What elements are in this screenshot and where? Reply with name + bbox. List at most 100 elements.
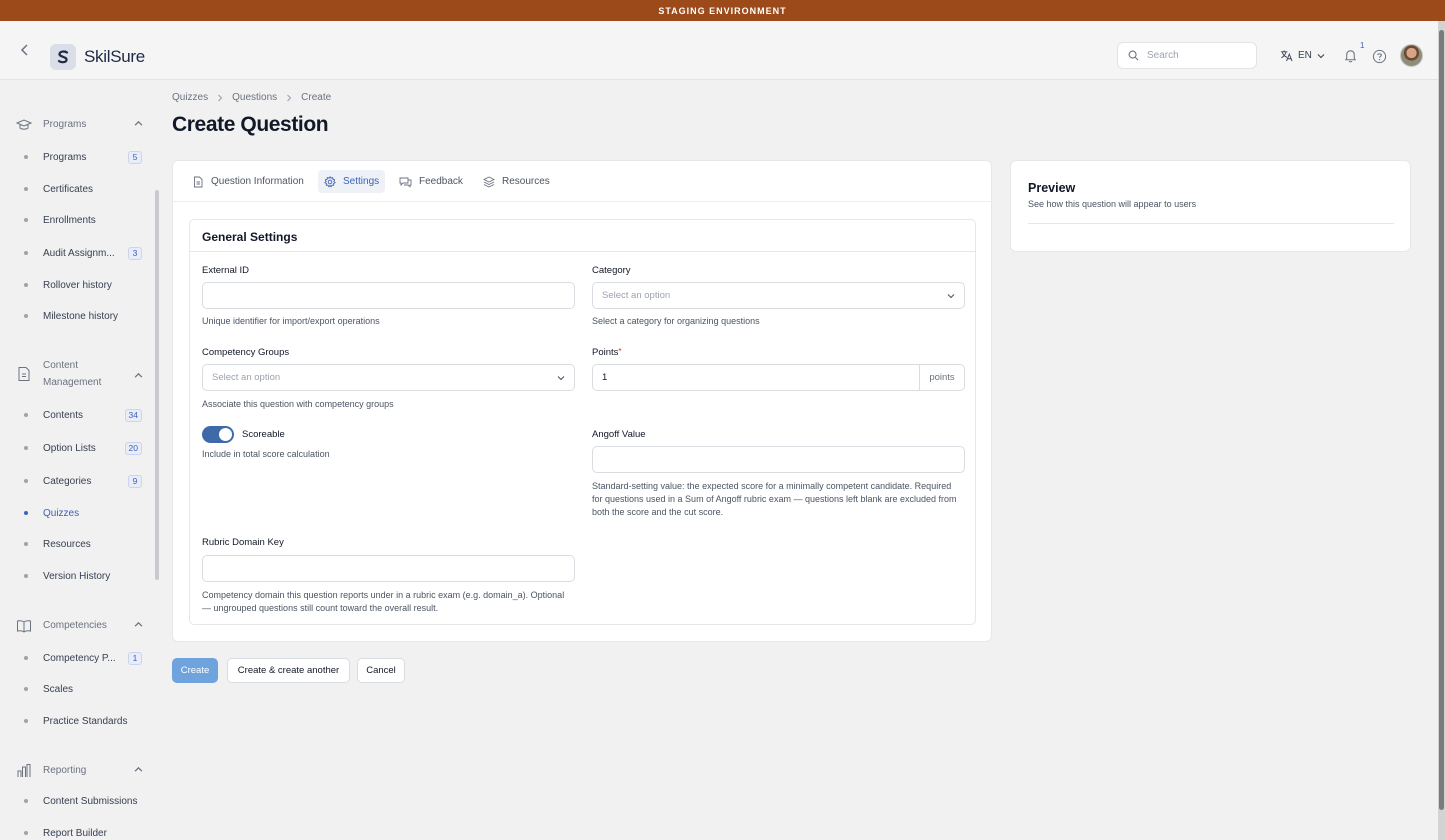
required-marker: * [618, 347, 622, 356]
sidebar-item-quizzes[interactable]: Quizzes [0, 504, 145, 522]
sidebar-item-option-lists[interactable]: Option Lists 20 [0, 439, 145, 457]
page-scrollbar[interactable] [1439, 30, 1444, 810]
scoreable-label: Scoreable [242, 429, 285, 440]
sidebar-item-label: Enrollments [43, 214, 96, 226]
rubric-domain-key-field[interactable] [202, 555, 575, 582]
count-badge: 1 [128, 651, 142, 665]
bell-icon[interactable] [1343, 48, 1358, 68]
section-title: General Settings [190, 220, 975, 252]
sidebar-item-programs[interactable]: Programs 5 [0, 148, 145, 166]
sidebar-group-content-management[interactable]: Content Management [16, 357, 143, 391]
sidebar-item-resources[interactable]: Resources [0, 535, 145, 553]
tab-bar: Question Information Settings Feedback R… [173, 161, 993, 202]
sidebar-scrollbar[interactable] [155, 190, 159, 580]
sidebar-group-programs[interactable]: Programs [15, 116, 143, 133]
breadcrumb-quizzes[interactable]: Quizzes [172, 92, 208, 103]
preview-panel: Preview See how this question will appea… [1010, 160, 1411, 252]
external-id-field[interactable] [202, 282, 575, 309]
rubric-domain-key-hint: Competency domain this question reports … [202, 590, 565, 613]
search-input[interactable]: Search [1117, 42, 1257, 69]
create-and-create-another-button[interactable]: Create & create another [227, 658, 350, 683]
sidebar-item-label: Milestone history [43, 310, 119, 322]
breadcrumb-questions[interactable]: Questions [232, 92, 277, 103]
language-switcher[interactable]: EN [1280, 49, 1325, 62]
sidebar-item-competency-profiles[interactable]: Competency P... 1 [0, 649, 145, 667]
sidebar-group-competencies[interactable]: Competencies [16, 617, 143, 634]
sidebar-item-label: Practice Standards [43, 715, 128, 727]
sidebar-item-categories[interactable]: Categories 9 [0, 472, 145, 490]
count-badge: 9 [128, 474, 142, 488]
sidebar-item-enrollments[interactable]: Enrollments [0, 211, 145, 229]
notification-count: 1 [1360, 41, 1365, 50]
document-icon [16, 366, 32, 382]
bullet-icon [24, 479, 28, 483]
tab-feedback[interactable]: Feedback [393, 170, 469, 193]
sidebar-item-scales[interactable]: Scales [0, 680, 145, 698]
scoreable-toggle[interactable] [202, 426, 234, 443]
chevron-down-icon [557, 376, 565, 381]
chevron-right-icon [218, 94, 223, 101]
bar-chart-icon [16, 763, 32, 779]
sidebar-item-contents[interactable]: Contents 34 [0, 406, 145, 424]
sidebar-item-version-history[interactable]: Version History [0, 567, 145, 585]
page-title: Create Question [172, 113, 329, 136]
bullet-icon [24, 155, 28, 159]
bullet-icon [24, 251, 28, 255]
bullet-icon [24, 831, 28, 835]
external-id-label: External ID [202, 265, 249, 276]
tab-resources[interactable]: Resources [477, 170, 556, 193]
sidebar-group-label: Reporting [43, 765, 87, 776]
sidebar-item-certificates[interactable]: Certificates [0, 180, 145, 198]
preview-subtitle: See how this question will appear to use… [1028, 199, 1197, 209]
sidebar-item-label: Audit Assignm... [43, 247, 115, 259]
sidebar-group-reporting[interactable]: Reporting [16, 762, 143, 779]
cancel-button[interactable]: Cancel [357, 658, 405, 683]
category-select[interactable]: Select an option [592, 282, 965, 309]
breadcrumb-create: Create [301, 92, 332, 103]
sidebar-item-label: Version History [43, 570, 111, 582]
sidebar-item-content-submissions[interactable]: Content Submissions [0, 792, 145, 810]
toggle-knob [219, 428, 232, 441]
bullet-icon [24, 656, 28, 660]
bullet-icon [24, 719, 28, 723]
competency-groups-select[interactable]: Select an option [202, 364, 575, 391]
tab-settings[interactable]: Settings [318, 170, 386, 193]
angoff-value-field[interactable] [592, 446, 965, 473]
sidebar: Programs Programs 5 Certificates Enrollm… [0, 80, 160, 840]
brand-name: SkilSure [84, 47, 145, 66]
sidebar-item-milestone-history[interactable]: Milestone history [0, 307, 145, 325]
sidebar-group-label: Competencies [43, 620, 107, 631]
tab-label: Settings [343, 176, 380, 187]
scoreable-hint: Include in total score calculation [202, 449, 330, 459]
back-arrow-icon[interactable] [18, 43, 32, 57]
sidebar-item-practice-standards[interactable]: Practice Standards [0, 712, 145, 730]
chevron-up-icon [134, 120, 143, 126]
sidebar-item-label: Scales [43, 683, 74, 695]
sidebar-item-audit-assignments[interactable]: Audit Assignm... 3 [0, 244, 145, 262]
create-button[interactable]: Create [172, 658, 218, 683]
gear-icon [324, 175, 336, 187]
sidebar-item-label: Resources [43, 538, 91, 550]
search-icon [1128, 50, 1139, 61]
tab-question-information[interactable]: Question Information [186, 170, 310, 193]
search-placeholder: Search [1147, 50, 1179, 61]
staging-banner: STAGING ENVIRONMENT [0, 0, 1445, 21]
breadcrumb: Quizzes Questions Create [172, 92, 331, 103]
help-icon[interactable] [1372, 49, 1387, 69]
bullet-icon [24, 218, 28, 222]
tab-label: Feedback [419, 176, 463, 187]
avatar[interactable] [1400, 44, 1423, 67]
bullet-icon [24, 314, 28, 318]
sidebar-item-rollover-history[interactable]: Rollover history [0, 276, 145, 294]
competency-groups-placeholder: Select an option [212, 372, 281, 383]
bullet-icon [24, 542, 28, 546]
category-hint: Select a category for organizing questio… [592, 316, 760, 326]
sidebar-item-label: Quizzes [43, 507, 80, 519]
points-field[interactable]: 1 points [592, 364, 965, 391]
competency-groups-hint: Associate this question with competency … [202, 399, 394, 409]
sidebar-item-label: Rollover history [43, 279, 112, 291]
preview-title: Preview [1028, 181, 1076, 195]
chevron-up-icon [134, 766, 143, 772]
sidebar-item-label: Option Lists [43, 442, 96, 454]
sidebar-item-report-builder[interactable]: Report Builder [0, 824, 145, 840]
